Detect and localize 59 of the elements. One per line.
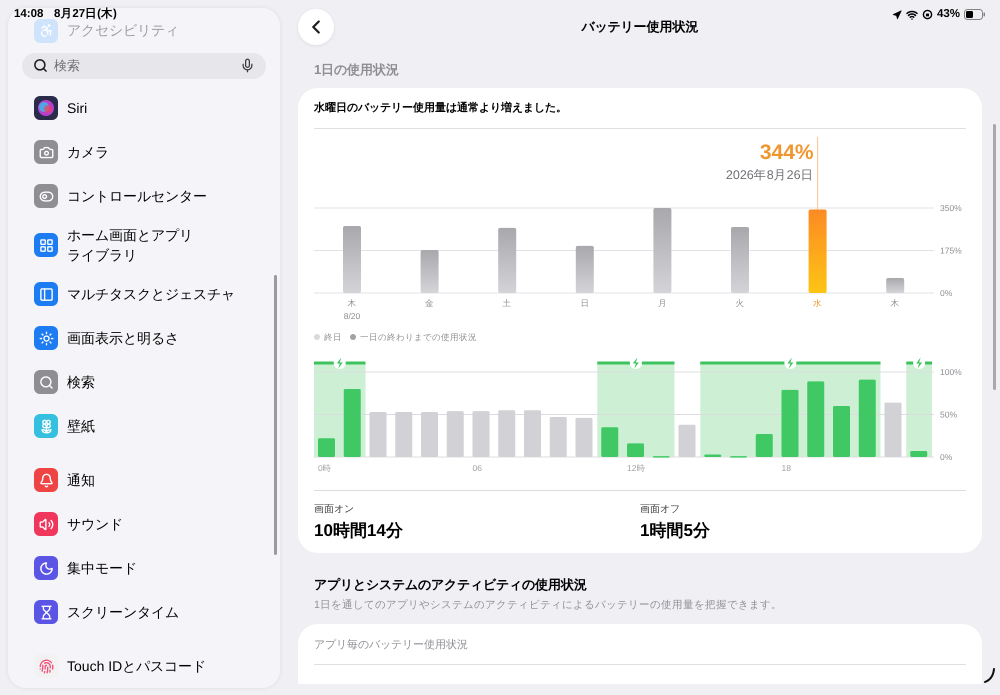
- charging-bar: [314, 356, 366, 369]
- stat-value: 10時間14分: [314, 520, 404, 542]
- usage-percent: 344%: [760, 141, 814, 164]
- battery-percent: 43%: [936, 7, 960, 22]
- sidebar-item[interactable]: Siri: [8, 86, 280, 130]
- axis-label: 350%: [940, 203, 962, 213]
- section-title: アプリとシステムのアクティビティの使用状況: [313, 576, 588, 594]
- axis-label: 0%: [940, 452, 952, 462]
- search-field[interactable]: 検索: [22, 52, 266, 80]
- charging-bar: [906, 356, 932, 369]
- battery-icon: [964, 9, 986, 20]
- day-label: 日: [580, 298, 590, 308]
- sidebar-item[interactable]: Touch IDとパスコード: [8, 644, 280, 688]
- legend-label: 一日の終わりまでの使用状況: [360, 331, 477, 344]
- sidebar-item[interactable]: 検索: [8, 360, 280, 404]
- microphone-icon: [240, 58, 255, 74]
- hour-label: 0時: [318, 462, 332, 473]
- axis-label: 50%: [940, 409, 958, 420]
- sidebar-item[interactable]: ホーム画面とアプリライブラリ: [8, 218, 280, 272]
- card-title: アプリ毎のバッテリー使用状況: [314, 638, 469, 653]
- search-icon: [33, 58, 48, 74]
- back-button[interactable]: [298, 9, 334, 45]
- day-label: 水: [813, 298, 822, 308]
- legend-label: 終日: [324, 331, 342, 344]
- axis-label: 0%: [940, 288, 952, 298]
- day-label: 火: [736, 298, 744, 308]
- page-title: バッテリー使用状況: [582, 18, 698, 36]
- search-input[interactable]: 検索: [54, 56, 234, 76]
- day-label: 月: [658, 298, 667, 308]
- sidebar-item[interactable]: コントロールセンター: [8, 174, 280, 218]
- wifi-icon: [906, 8, 918, 21]
- day-label: 土: [502, 298, 512, 308]
- hour-label: 12時: [627, 462, 646, 473]
- axis-label: 175%: [940, 246, 962, 256]
- sidebar-item[interactable]: スクリーンタイム: [8, 590, 280, 634]
- day-label: 木: [890, 298, 900, 308]
- date-label: 8/20: [344, 311, 360, 321]
- section-description: 1日を通してのアプリやシステムのアクティビティによるバッテリーの使用量を把握できます。: [313, 598, 783, 612]
- sidebar-item[interactable]: カメラ: [8, 130, 280, 174]
- stat-value: 1時間5分: [640, 520, 711, 542]
- stat-label: 画面オフ: [640, 502, 681, 516]
- sidebar-item[interactable]: 通知: [8, 458, 280, 502]
- axis-label: 100%: [940, 366, 962, 377]
- sidebar-item[interactable]: 集中モード: [8, 546, 280, 590]
- hour-label: 18: [782, 462, 791, 473]
- stat-label: 画面オン: [314, 502, 355, 516]
- usage-message: 水曜日のバッテリー使用量は通常より増えました。: [314, 100, 568, 116]
- section-label: 1日の使用状況: [313, 62, 400, 78]
- sidebar-item[interactable]: 壁紙: [8, 404, 280, 448]
- sidebar-item[interactable]: サウンド: [8, 502, 280, 546]
- sidebar-item[interactable]: マルチタスクとジェスチャ: [8, 272, 280, 316]
- corner-mark-icon: [984, 668, 996, 684]
- sidebar-item[interactable]: 画面表示と明るさ: [8, 316, 280, 360]
- rotation-lock-icon: [922, 9, 933, 20]
- date-label: 2026年8月26日: [726, 168, 814, 182]
- location-icon: [892, 10, 902, 20]
- day-label: 金: [425, 298, 434, 308]
- day-label: 木: [348, 298, 356, 308]
- hour-label: 06: [472, 462, 482, 473]
